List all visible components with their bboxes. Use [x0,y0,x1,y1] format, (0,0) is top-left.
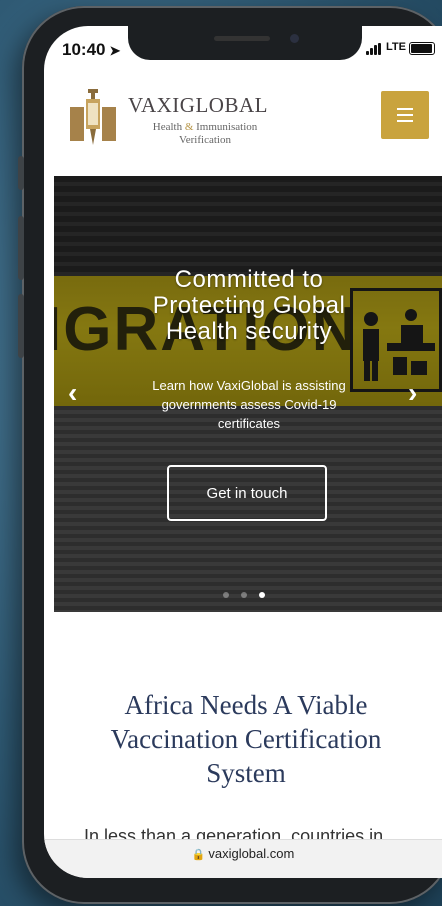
hero-slider: IGRATION Committed to Protecting Global … [54,176,442,612]
phone-screen: 10:40 ➤ LTE VAXIGLOBAL Health & Immunisat… [44,26,442,878]
brand-name[interactable]: VAXIGLOBAL [128,93,268,118]
front-camera [290,34,299,43]
browser-url-bar[interactable]: 🔒 vaxiglobal.com [44,839,442,878]
signal-icon [366,43,384,55]
volume-up-button [18,216,24,280]
menu-button[interactable] [381,91,429,139]
slider-dots [223,592,265,598]
lock-icon: 🔒 [191,849,206,861]
speaker-grille [214,36,270,41]
battery-icon [409,42,435,55]
hero-title: Committed to Protecting Global Health se… [152,266,346,345]
notch [128,26,362,60]
slider-dot[interactable] [241,592,247,598]
slider-dot[interactable] [223,592,229,598]
slider-dot-active[interactable] [259,592,265,598]
volume-down-button [18,294,24,358]
chevron-right-icon[interactable]: › [408,379,417,407]
vaxiglobal-logo-icon[interactable] [68,87,118,147]
chevron-left-icon[interactable]: ‹ [68,379,77,407]
get-in-touch-button[interactable]: Get in touch [167,465,327,521]
network-label: LTE [386,41,406,53]
location-arrow-icon: ➤ [109,43,121,58]
section-title: Africa Needs A Viable Vaccination Certif… [110,690,382,788]
brand-tagline: Health & Immunisation Verification [152,121,258,146]
url-display[interactable]: 🔒 vaxiglobal.com [44,846,442,861]
status-time: 10:40 ➤ [62,40,121,59]
hero-subtitle: Learn how VaxiGlobal is assisting govern… [152,378,346,431]
site-header: VAXIGLOBAL Health & Immunisation Verific… [44,81,442,181]
mute-switch [18,156,24,190]
menu-icon [397,108,413,110]
